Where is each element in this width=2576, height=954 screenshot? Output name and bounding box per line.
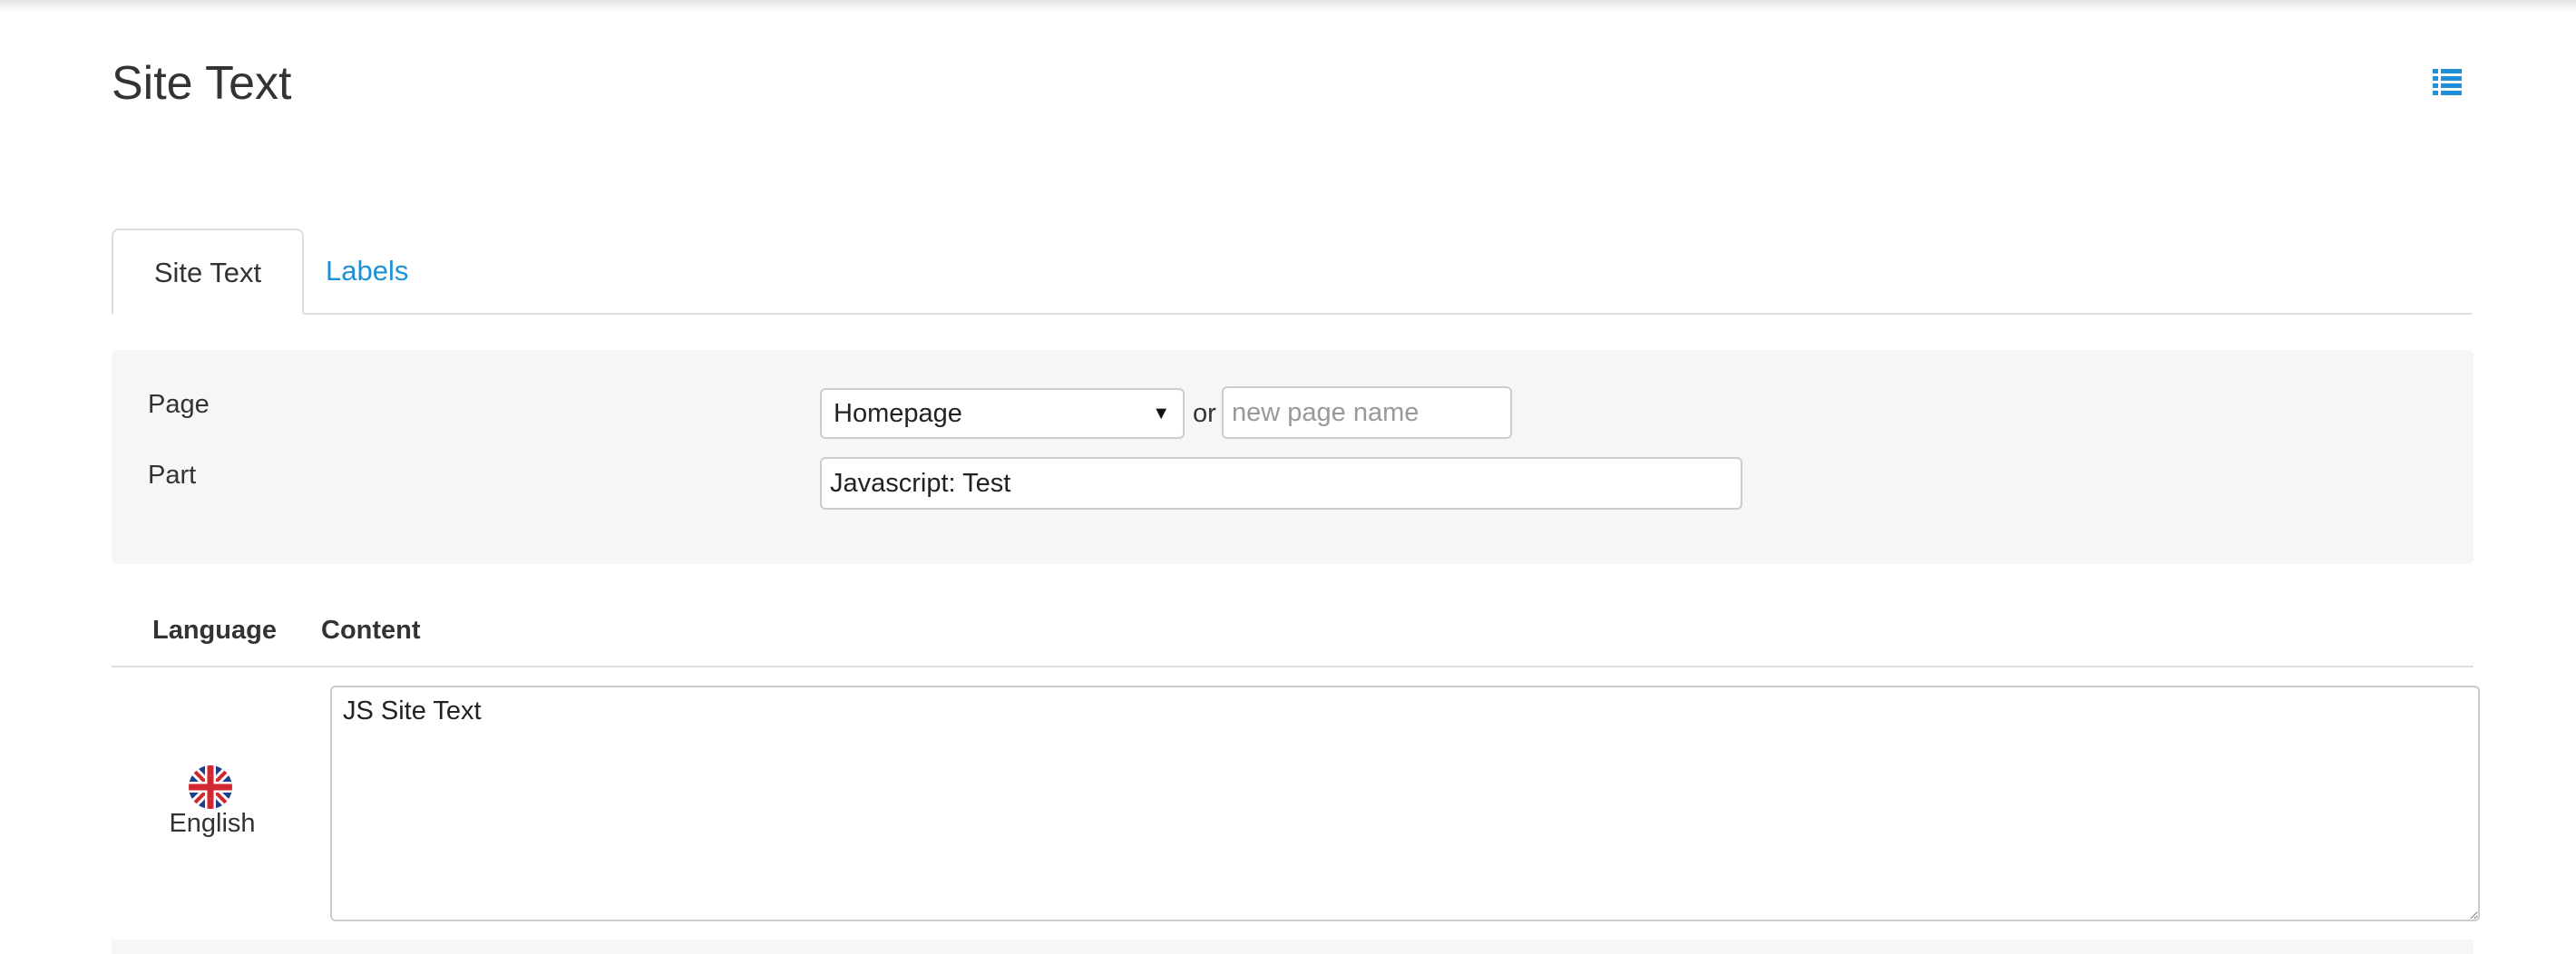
list-icon bbox=[2433, 69, 2462, 95]
list-view-button[interactable] bbox=[2431, 65, 2464, 98]
column-header-content: Content bbox=[321, 616, 421, 645]
page-title: Site Text bbox=[112, 57, 292, 110]
table-header: Language Content bbox=[112, 599, 2474, 667]
page-select-value: Homepage bbox=[834, 399, 962, 428]
or-text: or bbox=[1193, 399, 1216, 428]
page-select[interactable]: Homepage ▼ bbox=[820, 388, 1185, 439]
column-header-language: Language bbox=[152, 616, 277, 645]
top-bar-shadow bbox=[0, 0, 2576, 13]
new-page-name-input[interactable] bbox=[1222, 386, 1512, 439]
site-text-form: Page Homepage ▼ or Part bbox=[112, 350, 2474, 564]
page-label: Page bbox=[148, 390, 210, 419]
tab-site-text[interactable]: Site Text bbox=[112, 229, 304, 315]
part-label: Part bbox=[148, 461, 197, 490]
language-name: English bbox=[169, 809, 256, 838]
next-row-strip bbox=[112, 939, 2474, 954]
uk-flag-icon bbox=[189, 765, 232, 809]
content-textarea[interactable]: JS Site Text bbox=[330, 686, 2480, 921]
tab-bar: Site Text Labels bbox=[112, 229, 2472, 315]
part-input[interactable] bbox=[820, 457, 1742, 510]
caret-down-icon: ▼ bbox=[1152, 404, 1170, 423]
tab-labels[interactable]: Labels bbox=[326, 229, 408, 313]
table-row: English JS Site Text bbox=[112, 667, 2480, 945]
